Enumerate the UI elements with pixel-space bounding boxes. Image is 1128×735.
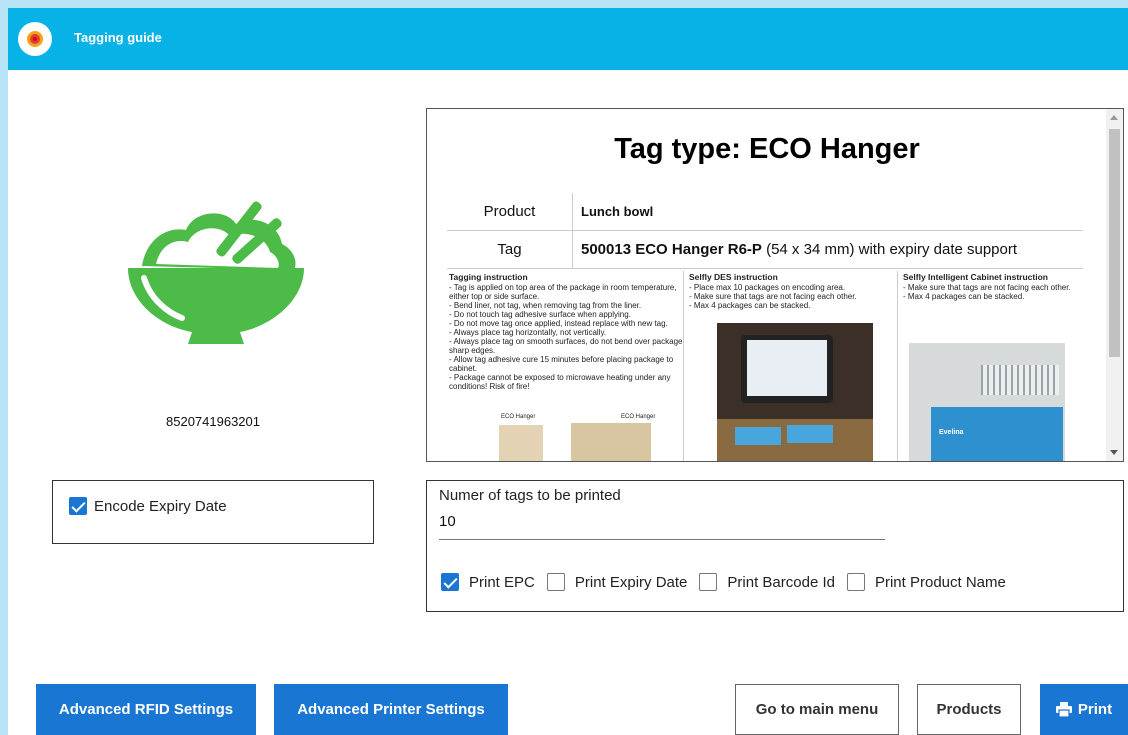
instruction-item: Make sure that tags are not facing each … [689, 292, 895, 301]
selfly-des-instruction-column: Selfly DES instruction Place max 10 pack… [689, 272, 895, 311]
row-key: Tag [447, 230, 573, 269]
app-logo-icon [18, 22, 52, 56]
diagram-label: ECO Hanger [621, 414, 656, 420]
instruction-item: Allow tag adhesive cure 15 minutes befor… [449, 355, 685, 373]
row-key: Product [447, 192, 573, 231]
print-button-label: Print [1077, 701, 1113, 718]
column-divider [897, 271, 898, 461]
advanced-rfid-settings-button[interactable]: Advanced RFID Settings [36, 684, 256, 735]
print-product-name-label: Print Product Name [874, 573, 1006, 591]
document-title: Tag type: ECO Hanger [614, 133, 920, 165]
instruction-item: Max 4 packages can be stacked. [903, 292, 1103, 301]
scroll-thumb[interactable] [1109, 129, 1120, 357]
encode-expiry-panel: Encode Expiry Date [52, 480, 374, 544]
scroll-down-arrow-icon[interactable] [1110, 450, 1118, 455]
package-illustration [571, 423, 651, 461]
instruction-item: Package cannot be exposed to microwave h… [449, 373, 685, 391]
instruction-item: Do not move tag once applied, instead re… [449, 319, 685, 328]
tag-count-label: Numer of tags to be printed [439, 487, 621, 504]
print-options: Print EPC Print Expiry Date Print Barcod… [441, 573, 1018, 591]
instruction-item: Bend liner, not tag, when removing tag f… [449, 301, 685, 310]
advanced-printer-settings-button[interactable]: Advanced Printer Settings [274, 684, 508, 735]
instruction-item: Always place tag horizontally, not verti… [449, 328, 685, 337]
rice-bowl-icon [122, 174, 312, 359]
print-epc-checkbox[interactable] [441, 573, 459, 591]
instruction-item: Tag is applied on top area of the packag… [449, 283, 685, 301]
app-window: Tagging guide 8520741963201 Encode Expir… [8, 8, 1128, 735]
print-barcode-id-option[interactable]: Print Barcode Id [699, 573, 835, 591]
encode-expiry-checkbox[interactable] [69, 497, 87, 515]
print-settings-panel: Numer of tags to be printed 10 Print EPC… [426, 480, 1124, 612]
encoding-station-photo [717, 323, 873, 461]
print-expiry-date-checkbox[interactable] [546, 573, 565, 591]
document-row-product: Product Lunch bowl [447, 192, 1083, 231]
print-button[interactable]: Print [1040, 684, 1128, 735]
print-barcode-id-label: Print Barcode Id [727, 573, 835, 591]
column-heading: Selfly DES instruction [689, 272, 778, 282]
document-scrollbar[interactable] [1106, 109, 1123, 461]
print-barcode-id-checkbox[interactable] [699, 573, 718, 591]
row-value: Lunch bowl [581, 204, 654, 219]
document-row-tag: Tag 500013 ECO Hanger R6-P (54 x 34 mm) … [447, 230, 1083, 269]
instruction-item: Do not touch tag adhesive surface when a… [449, 310, 685, 319]
print-product-name-checkbox[interactable] [846, 573, 865, 591]
tag-count-input[interactable]: 10 [439, 513, 456, 530]
instruction-item: Make sure that tags are not facing each … [903, 283, 1103, 292]
print-expiry-date-option[interactable]: Print Expiry Date [546, 573, 688, 591]
tag-code: 500013 ECO Hanger R6-P [581, 241, 762, 258]
tagging-document-viewer[interactable]: Tag type: ECO Hanger Product Lunch bowl … [426, 108, 1124, 462]
package-label: Evelina [939, 429, 964, 436]
tagging-instruction-column: Tagging instruction Tag is applied on to… [449, 272, 685, 461]
cabinet-photo: Evelina [909, 343, 1065, 461]
instruction-item: Always place tag on smooth surfaces, do … [449, 337, 685, 355]
tag-count-underline [439, 539, 885, 540]
row-value: 500013 ECO Hanger R6-P (54 x 34 mm) with… [573, 241, 1017, 258]
tag-diagram: ECO Hanger ECO Hanger [449, 405, 685, 461]
printer-icon [1055, 702, 1072, 717]
products-button[interactable]: Products [917, 684, 1021, 735]
cabinet-instruction-column: Selfly Intelligent Cabinet instruction M… [903, 272, 1103, 302]
title-bar: Tagging guide [8, 8, 1128, 70]
package-illustration [499, 425, 543, 461]
scroll-up-arrow-icon[interactable] [1110, 115, 1118, 120]
go-to-main-menu-button[interactable]: Go to main menu [735, 684, 899, 735]
app-title: Tagging guide [74, 30, 162, 45]
product-barcode: 8520741963201 [166, 414, 260, 429]
print-product-name-option[interactable]: Print Product Name [846, 573, 1006, 591]
instruction-item: Max 4 packages can be stacked. [689, 301, 895, 310]
column-heading: Tagging instruction [449, 272, 528, 282]
print-epc-label: Print EPC [469, 573, 535, 591]
instruction-item: Place max 10 packages on encoding area. [689, 283, 895, 292]
tag-spec: (54 x 34 mm) with expiry date support [761, 241, 1018, 258]
encode-expiry-label: Encode Expiry Date [94, 497, 227, 515]
print-expiry-date-label: Print Expiry Date [574, 573, 688, 591]
print-epc-option[interactable]: Print EPC [441, 573, 535, 591]
column-heading: Selfly Intelligent Cabinet instruction [903, 272, 1048, 282]
diagram-label: ECO Hanger [501, 414, 536, 420]
